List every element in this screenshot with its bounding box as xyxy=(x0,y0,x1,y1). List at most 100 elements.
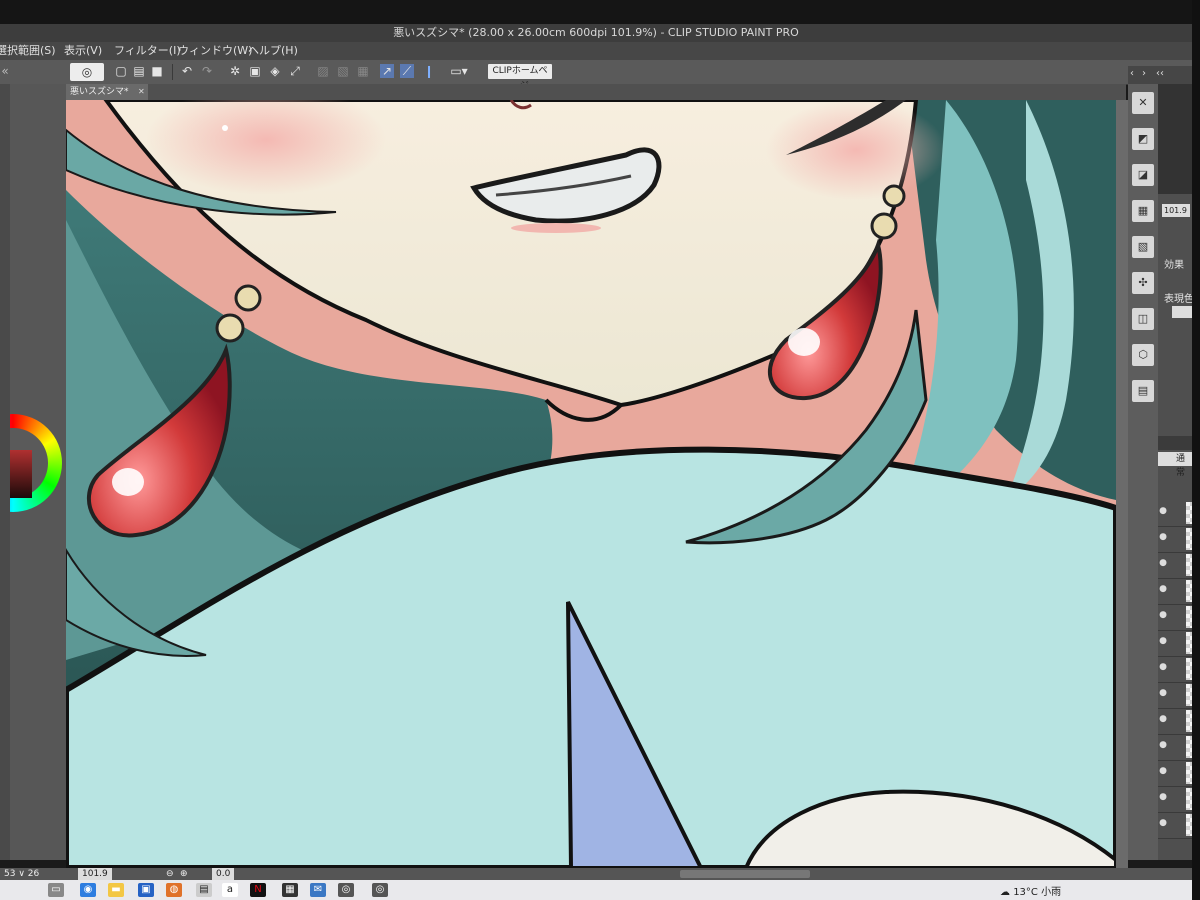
task-view-icon[interactable]: ▭ xyxy=(48,883,64,897)
chevron-double-icon[interactable]: ‹‹ xyxy=(1156,68,1164,79)
navigator-icon[interactable]: ✕ xyxy=(1132,92,1154,114)
search-layer-icon[interactable]: ✣ xyxy=(1132,272,1154,294)
panel-collapse-icon[interactable]: « xyxy=(0,64,10,78)
firefox-icon[interactable]: ◍ xyxy=(166,883,182,897)
save-icon[interactable]: ■ xyxy=(150,64,164,78)
amazon-icon[interactable]: a xyxy=(222,883,238,897)
zoom-out-icon[interactable]: ⊖ xyxy=(166,868,174,880)
snap-special-icon[interactable]: ▦ xyxy=(356,64,370,78)
fill-icon[interactable]: ◈ xyxy=(268,64,282,78)
weather-widget[interactable]: ☁ 13°C 小雨 xyxy=(1000,883,1061,898)
new-file-icon[interactable]: ▢ xyxy=(114,64,128,78)
layer-row[interactable]: ● xyxy=(1158,708,1200,735)
menu-select[interactable]: 選択範囲(S) xyxy=(0,42,56,60)
undo-icon[interactable]: ↶ xyxy=(180,64,194,78)
clip-studio-logo-button[interactable]: ◎ xyxy=(70,63,104,81)
app-icon[interactable]: ▦ xyxy=(282,883,298,897)
material-icon[interactable]: ▦ xyxy=(1132,200,1154,222)
menu-help[interactable]: ヘルプ(H) xyxy=(248,42,298,60)
mouth-blush xyxy=(511,223,601,233)
layer-row[interactable]: ● xyxy=(1158,760,1200,787)
color-set-icon[interactable]: ▤ xyxy=(1132,380,1154,402)
layer-row[interactable]: ● xyxy=(1158,734,1200,761)
display-color-dropdown[interactable] xyxy=(1172,306,1192,318)
store-icon[interactable]: ▣ xyxy=(138,883,154,897)
layer-panel-tab[interactable] xyxy=(1158,436,1192,450)
effect-label: 効果 xyxy=(1164,260,1184,271)
app-icon[interactable]: ▤ xyxy=(196,883,212,897)
chevron-left-icon[interactable]: ‹ xyxy=(1130,68,1134,79)
eye-icon[interactable]: ● xyxy=(1158,740,1168,750)
object-icon[interactable]: ⬡ xyxy=(1132,344,1154,366)
earring-right-bead-2 xyxy=(870,212,898,240)
zoom-in-icon[interactable]: ⊕ xyxy=(180,868,188,880)
snap-off-icon[interactable]: ▨ xyxy=(316,64,330,78)
eye-icon[interactable]: ● xyxy=(1158,636,1168,646)
window-title-bar: 悪いスズシマ* (28.00 x 26.00cm 600dpi 101.9%) … xyxy=(0,24,1192,42)
pen-pressure-icon[interactable]: ❙ xyxy=(422,64,436,78)
canvas-horizontal-scrollbar[interactable] xyxy=(680,870,810,878)
eye-icon[interactable]: ● xyxy=(1158,688,1168,698)
navigator-preview xyxy=(1158,84,1192,194)
snap-grid-icon[interactable]: ▧ xyxy=(336,64,350,78)
history-icon[interactable]: ◪ xyxy=(1132,164,1154,186)
mail-icon[interactable]: ✉ xyxy=(310,883,326,897)
menu-filter[interactable]: フィルター(I) xyxy=(114,42,181,60)
status-zoom[interactable]: 101.9 xyxy=(78,868,112,880)
display-mode-dropdown-icon[interactable]: ▭▾ xyxy=(448,64,470,78)
right-panel-header: ‹ › ‹‹ xyxy=(1128,66,1192,84)
animation-icon[interactable]: ◫ xyxy=(1132,308,1154,330)
eye-icon[interactable]: ● xyxy=(1158,610,1168,620)
snap-line-icon[interactable]: ⟋ xyxy=(400,64,414,78)
status-rotation[interactable]: 0.0 xyxy=(212,868,235,880)
layer-row[interactable]: ● xyxy=(1158,656,1200,683)
layer-row[interactable]: ● xyxy=(1158,786,1200,813)
redo-icon[interactable]: ↷ xyxy=(200,64,214,78)
menu-view[interactable]: 表示(V) xyxy=(64,42,102,60)
cheek-right xyxy=(766,100,946,200)
eye-icon[interactable]: ● xyxy=(1158,558,1168,568)
explorer-icon[interactable]: ▬ xyxy=(108,883,124,897)
snap-ruler-icon[interactable]: ↗ xyxy=(380,64,394,78)
document-tab[interactable]: 悪いスズシマ* ✕ xyxy=(66,84,148,100)
eye-icon[interactable]: ● xyxy=(1158,714,1168,724)
clip-studio-paint-icon[interactable]: ◎ xyxy=(372,883,388,897)
eye-icon[interactable]: ● xyxy=(1158,818,1168,828)
deselect-icon[interactable]: ▣ xyxy=(248,64,262,78)
edge-icon[interactable]: ◉ xyxy=(80,883,96,897)
eye-icon[interactable]: ● xyxy=(1158,792,1168,802)
transform-icon[interactable]: ⤢ xyxy=(288,64,302,78)
document-tab-label: 悪いスズシマ* xyxy=(70,87,129,97)
eye-icon[interactable]: ● xyxy=(1158,766,1168,776)
layer-row[interactable]: ● xyxy=(1158,682,1200,709)
clear-icon[interactable]: ✲ xyxy=(228,64,242,78)
layer-property-icon[interactable]: ◩ xyxy=(1132,128,1154,150)
netflix-icon[interactable]: N xyxy=(250,883,266,897)
clip-home-button[interactable]: CLIPホームページ xyxy=(488,64,552,91)
canvas-vertical-scrollbar[interactable] xyxy=(1116,100,1128,868)
zoom-readout[interactable]: 101.9 xyxy=(1162,204,1190,217)
eye-icon[interactable]: ● xyxy=(1158,584,1168,594)
weather-desc: 小雨 xyxy=(1041,887,1062,898)
layer-row[interactable]: ● xyxy=(1158,500,1200,527)
status-bar: 53 ∨ 26 101.9 ⊖ ⊕ 0.0 xyxy=(0,868,1192,880)
layer-row[interactable]: ● xyxy=(1158,526,1200,553)
open-file-icon[interactable]: ▤ xyxy=(132,64,146,78)
eye-icon[interactable]: ● xyxy=(1158,506,1168,516)
layer-row[interactable]: ● xyxy=(1158,578,1200,605)
blend-mode-dropdown[interactable]: 通常 xyxy=(1158,452,1192,478)
chevron-right-icon[interactable]: › xyxy=(1142,68,1146,79)
clip-studio-icon[interactable]: ◎ xyxy=(338,883,354,897)
reference-icon[interactable]: ▧ xyxy=(1132,236,1154,258)
layer-row[interactable]: ● xyxy=(1158,604,1200,631)
menu-window[interactable]: ウィンドウ(W) xyxy=(178,42,252,60)
drawing-canvas[interactable] xyxy=(66,100,1116,868)
layer-row[interactable]: ● xyxy=(1158,630,1200,657)
layer-row[interactable]: ● xyxy=(1158,552,1200,579)
eye-icon[interactable]: ● xyxy=(1158,532,1168,542)
close-icon[interactable]: ✕ xyxy=(138,84,145,100)
eye-icon[interactable]: ● xyxy=(1158,662,1168,672)
weather-temp: 13°C xyxy=(1013,887,1038,898)
window-title: 悪いスズシマ* (28.00 x 26.00cm 600dpi 101.9%) … xyxy=(393,26,799,39)
layer-row[interactable]: ● xyxy=(1158,812,1200,839)
